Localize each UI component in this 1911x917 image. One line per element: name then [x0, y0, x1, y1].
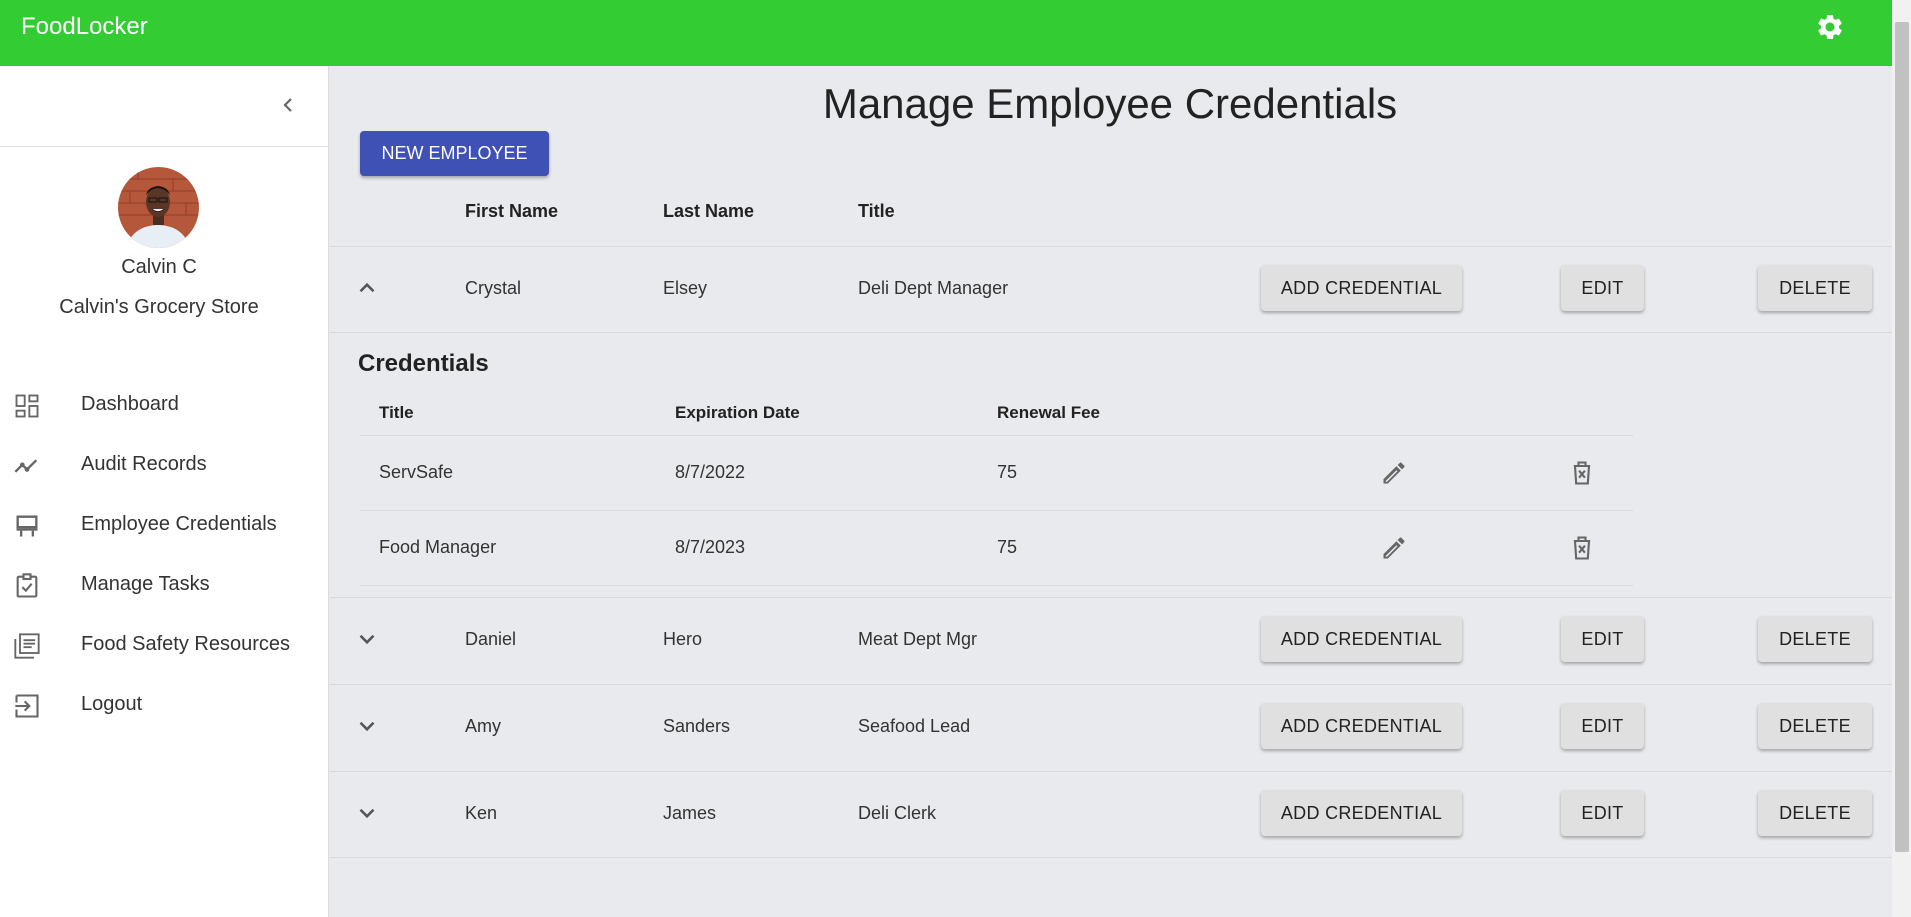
employee-first-name: Amy: [465, 716, 501, 736]
sidebar-divider: [0, 146, 328, 147]
nav-label: Dashboard: [81, 393, 179, 415]
edit-employee-button[interactable]: EDIT: [1561, 265, 1644, 311]
employee-title: Deli Dept Manager: [858, 278, 1009, 298]
add-credential-button[interactable]: ADD CREDENTIAL: [1261, 265, 1462, 311]
chevron-down-icon[interactable]: [354, 713, 380, 739]
nav-label: Food Safety Resources: [81, 633, 290, 655]
credential-divider: [360, 435, 1633, 436]
credential-fee: 75: [997, 537, 1018, 557]
employee-title: Seafood Lead: [858, 716, 971, 736]
nav-label: Audit Records: [81, 453, 207, 475]
add-credential-button[interactable]: ADD CREDENTIAL: [1261, 616, 1462, 662]
employee-first-name: Daniel: [465, 629, 517, 649]
header-title: Title: [858, 201, 895, 221]
nav-label: Manage Tasks: [81, 573, 210, 595]
scrollbar-thumb[interactable]: [1895, 22, 1909, 852]
dashboard-icon: [15, 394, 39, 418]
credential-header-expiration: Expiration Date: [675, 403, 800, 422]
credential-divider: [360, 510, 1633, 511]
app-brand[interactable]: FoodLocker: [21, 13, 148, 41]
row-divider: [330, 332, 1892, 333]
credential-title: Food Manager: [379, 537, 497, 557]
employee-first-name: Ken: [465, 803, 498, 823]
employee-title: Deli Clerk: [858, 803, 937, 823]
pencil-icon[interactable]: [1380, 459, 1408, 487]
nav-label: Employee Credentials: [81, 513, 277, 535]
table-row: [330, 684, 1892, 770]
pencil-icon[interactable]: [1380, 534, 1408, 562]
employee-last-name: Sanders: [663, 716, 731, 736]
edit-employee-button[interactable]: EDIT: [1561, 616, 1644, 662]
credential-expiration: 8/7/2022: [675, 462, 746, 482]
table-row: [330, 597, 1892, 683]
employee-first-name: Crystal: [465, 278, 522, 298]
avatar: [118, 167, 199, 248]
nav-item-dashboard[interactable]: Dashboard: [0, 380, 328, 428]
delete-employee-button[interactable]: DELETE: [1758, 703, 1872, 749]
chevron-down-icon[interactable]: [354, 800, 380, 826]
trash-icon[interactable]: [1568, 534, 1596, 562]
delete-employee-button[interactable]: DELETE: [1758, 616, 1872, 662]
task-icon: [16, 573, 38, 598]
delete-employee-button[interactable]: DELETE: [1758, 265, 1872, 311]
logout-icon: [15, 694, 39, 718]
employee-last-name: Hero: [663, 629, 703, 649]
table-row: [330, 771, 1892, 857]
store-name: Calvin's Grocery Store: [59, 296, 259, 318]
table-row: [330, 246, 1892, 332]
credential-divider: [360, 585, 1633, 586]
trending-icon: [14, 459, 38, 473]
chevron-up-icon[interactable]: [354, 275, 380, 301]
trash-icon[interactable]: [1568, 459, 1596, 487]
credential-header-fee: Renewal Fee: [997, 403, 1100, 422]
employee-last-name: Elsey: [663, 278, 708, 298]
user-name: Calvin C: [121, 256, 197, 278]
sidebar: Calvin C Calvin's Grocery Store Dashboar…: [0, 66, 329, 917]
badge-icon: [16, 515, 38, 537]
edit-employee-button[interactable]: EDIT: [1561, 790, 1644, 836]
header-first-name: First Name: [465, 201, 559, 221]
employee-title: Meat Dept Mgr: [858, 629, 978, 649]
credential-expiration: 8/7/2023: [675, 537, 746, 557]
nav-item-food-safety-resources[interactable]: Food Safety Resources: [0, 620, 328, 668]
app-bar: FoodLocker: [0, 0, 1892, 66]
delete-employee-button[interactable]: DELETE: [1758, 790, 1872, 836]
employee-last-name: James: [663, 803, 717, 823]
add-credential-button[interactable]: ADD CREDENTIAL: [1261, 790, 1462, 836]
credential-title: ServSafe: [379, 462, 454, 482]
page-scrollbar[interactable]: [1892, 0, 1911, 917]
nav-label: Logout: [81, 693, 143, 715]
credentials-heading: Credentials: [358, 350, 489, 377]
new-employee-button[interactable]: NEW EMPLOYEE: [360, 131, 549, 176]
nav-item-logout[interactable]: Logout: [0, 680, 328, 728]
nav-item-audit-records[interactable]: Audit Records: [0, 440, 328, 488]
edit-employee-button[interactable]: EDIT: [1561, 703, 1644, 749]
credential-fee: 75: [997, 462, 1018, 482]
credential-header-title: Title: [379, 403, 414, 422]
chevron-left-icon[interactable]: [276, 93, 300, 117]
row-divider: [330, 857, 1892, 858]
settings-gear-icon[interactable]: [1815, 12, 1845, 42]
chevron-down-icon[interactable]: [354, 626, 380, 652]
nav-item-manage-tasks[interactable]: Manage Tasks: [0, 560, 328, 608]
page-title: Manage Employee Credentials: [822, 80, 1398, 127]
add-credential-button[interactable]: ADD CREDENTIAL: [1261, 703, 1462, 749]
nav-item-employee-credentials[interactable]: Employee Credentials: [0, 500, 328, 548]
library-icon: [14, 633, 40, 659]
header-last-name: Last Name: [663, 201, 755, 221]
